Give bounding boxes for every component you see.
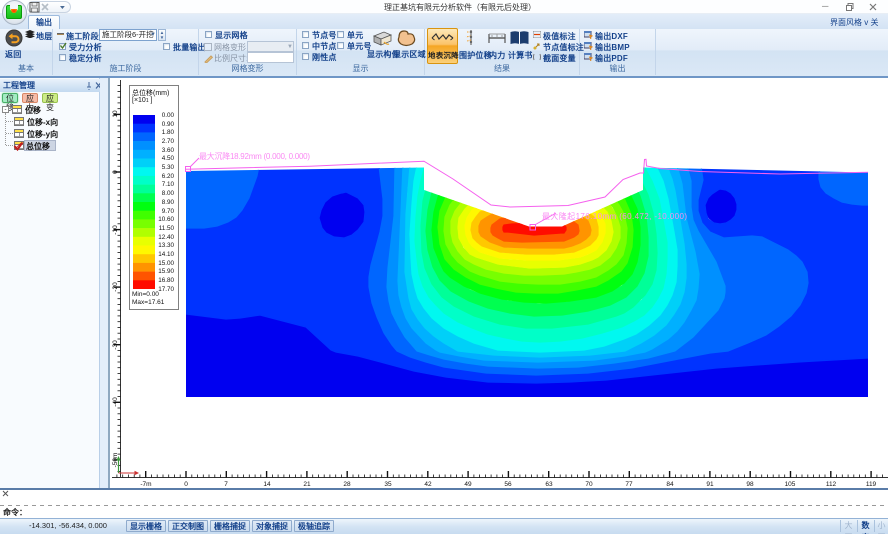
svg-text:-40: -40 (112, 397, 119, 407)
svg-text:112: 112 (826, 481, 837, 488)
svg-text:7: 7 (224, 481, 228, 488)
svg-text:10: 10 (112, 110, 119, 118)
svg-text:0: 0 (112, 170, 119, 174)
svg-text:21: 21 (303, 481, 311, 488)
svg-text:91: 91 (706, 481, 714, 488)
svg-text:-20: -20 (112, 282, 119, 292)
svg-text:-10: -10 (112, 225, 119, 235)
svg-text:84: 84 (666, 481, 674, 488)
svg-text:119: 119 (866, 481, 877, 488)
svg-text:-30: -30 (112, 340, 119, 350)
svg-text:-7m: -7m (140, 481, 151, 488)
svg-text:14: 14 (263, 481, 271, 488)
svg-text:49: 49 (464, 481, 472, 488)
svg-text:63: 63 (545, 481, 553, 488)
svg-text:最大沉降18.92mm (0.000, 0.000): 最大沉降18.92mm (0.000, 0.000) (199, 151, 310, 161)
svg-text:70: 70 (585, 481, 593, 488)
svg-text:42: 42 (424, 481, 432, 488)
svg-text:0: 0 (184, 481, 188, 488)
svg-text:98: 98 (746, 481, 754, 488)
svg-text:28: 28 (343, 481, 351, 488)
svg-text:35: 35 (384, 481, 392, 488)
svg-text:77: 77 (625, 481, 633, 488)
svg-text:56: 56 (504, 481, 512, 488)
svg-text:105: 105 (785, 481, 796, 488)
svg-text:最大隆起176.10mm (60.472, -10.000): 最大隆起176.10mm (60.472, -10.000) (542, 211, 687, 221)
